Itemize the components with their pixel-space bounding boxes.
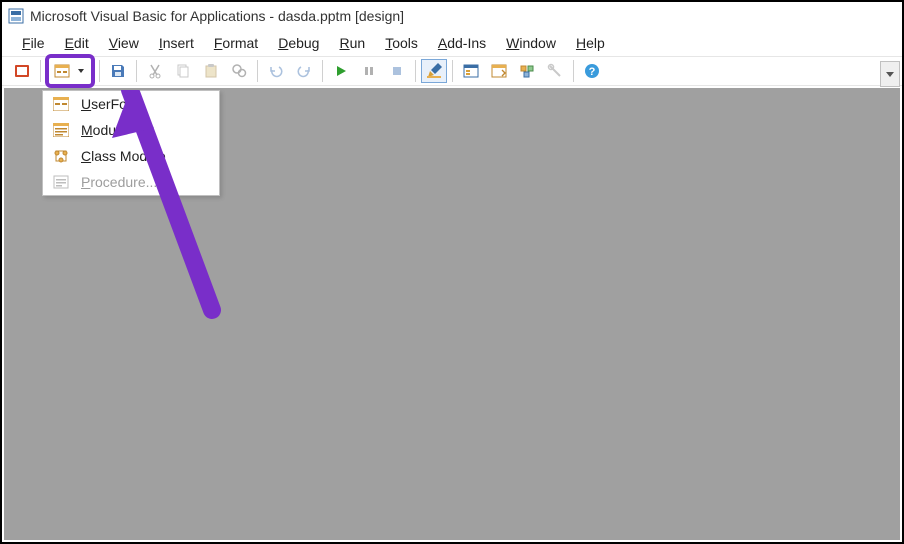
menu-format[interactable]: Format [204,33,268,53]
project-explorer-button[interactable] [458,59,484,83]
title-bar: Microsoft Visual Basic for Applications … [2,2,902,30]
insert-class-module-item[interactable]: Class Module [43,143,219,169]
redo-button[interactable] [291,59,317,83]
toolbox-button[interactable] [542,59,568,83]
menu-debug[interactable]: Debug [268,33,329,53]
toolbar: ? [2,56,902,86]
procedure-icon [51,174,71,190]
insert-dropdown-menu: UserForm Module Class Module Procedure..… [42,90,220,196]
insert-userform-button[interactable] [52,59,72,83]
run-button[interactable] [328,59,354,83]
class-module-icon [51,148,71,164]
toolbar-overflow[interactable] [880,61,900,87]
separator [40,60,41,82]
menu-label: Procedure... [81,174,157,190]
paste-button[interactable] [198,59,224,83]
view-powerpoint-button[interactable] [9,59,35,83]
menu-file[interactable]: File [12,33,55,53]
reset-button[interactable] [384,59,410,83]
help-button[interactable]: ? [579,59,605,83]
separator [257,60,258,82]
menu-edit[interactable]: Edit [55,33,99,53]
menu-label: Class Module [81,148,166,164]
menu-help[interactable]: Help [566,33,615,53]
vba-app-icon [8,8,24,24]
module-icon [51,122,71,138]
separator [99,60,100,82]
menu-insert[interactable]: Insert [149,33,204,53]
separator [322,60,323,82]
menu-label: UserForm [81,96,143,112]
design-mode-button[interactable] [421,59,447,83]
copy-button[interactable] [170,59,196,83]
svg-text:?: ? [589,66,596,78]
break-button[interactable] [356,59,382,83]
properties-window-button[interactable] [486,59,512,83]
insert-dropdown-highlight [45,54,95,88]
save-button[interactable] [105,59,131,83]
userform-icon [51,96,71,112]
menu-label: Module [81,122,127,138]
insert-userform-item[interactable]: UserForm [43,91,219,117]
object-browser-button[interactable] [514,59,540,83]
separator [573,60,574,82]
menu-view[interactable]: View [99,33,149,53]
insert-module-item[interactable]: Module [43,117,219,143]
window-title: Microsoft Visual Basic for Applications … [30,8,404,24]
find-button[interactable] [226,59,252,83]
undo-button[interactable] [263,59,289,83]
menu-window[interactable]: Window [496,33,566,53]
separator [415,60,416,82]
menu-addins[interactable]: Add-Ins [428,33,496,53]
insert-procedure-item: Procedure... [43,169,219,195]
cut-button[interactable] [142,59,168,83]
menu-run[interactable]: Run [329,33,375,53]
separator [452,60,453,82]
menu-bar: File Edit View Insert Format Debug Run T… [2,30,902,56]
menu-tools[interactable]: Tools [375,33,428,53]
insert-dropdown-arrow[interactable] [74,59,88,83]
separator [136,60,137,82]
